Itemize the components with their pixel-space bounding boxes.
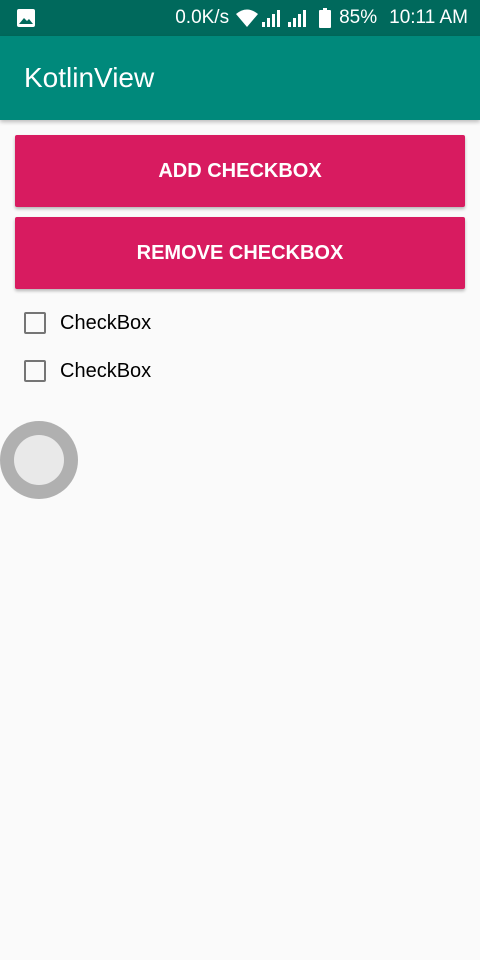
battery-percent: 85% bbox=[339, 7, 378, 28]
checkbox-item[interactable]: CheckBox bbox=[24, 355, 151, 387]
image-notification-icon bbox=[17, 9, 35, 27]
signal-icon-2 bbox=[288, 10, 307, 27]
checkbox-unchecked-icon[interactable] bbox=[24, 312, 46, 334]
touch-indicator bbox=[0, 421, 78, 499]
checkbox-label: CheckBox bbox=[60, 359, 152, 382]
status-right: 0.0K/s 85% 10:11 AM bbox=[175, 0, 468, 36]
app-bar: KotlinView bbox=[0, 36, 480, 120]
checkbox-unchecked-icon[interactable] bbox=[24, 360, 46, 382]
app-title: KotlinView bbox=[24, 62, 155, 93]
clock: 10:11 AM bbox=[389, 7, 468, 28]
network-speed: 0.0K/s bbox=[175, 7, 230, 28]
signal-icon bbox=[262, 10, 281, 27]
add-checkbox-button[interactable]: ADD CHECKBOX bbox=[15, 135, 465, 207]
remove-checkbox-button[interactable]: REMOVE CHECKBOX bbox=[15, 217, 465, 289]
status-bar: 0.0K/s 85% 10:11 AM bbox=[0, 0, 480, 36]
checkbox-item[interactable]: CheckBox bbox=[24, 307, 151, 339]
checkbox-label: CheckBox bbox=[60, 311, 152, 334]
wifi-icon bbox=[236, 9, 259, 27]
battery-icon bbox=[319, 8, 332, 28]
touch-indicator-center bbox=[14, 435, 64, 485]
